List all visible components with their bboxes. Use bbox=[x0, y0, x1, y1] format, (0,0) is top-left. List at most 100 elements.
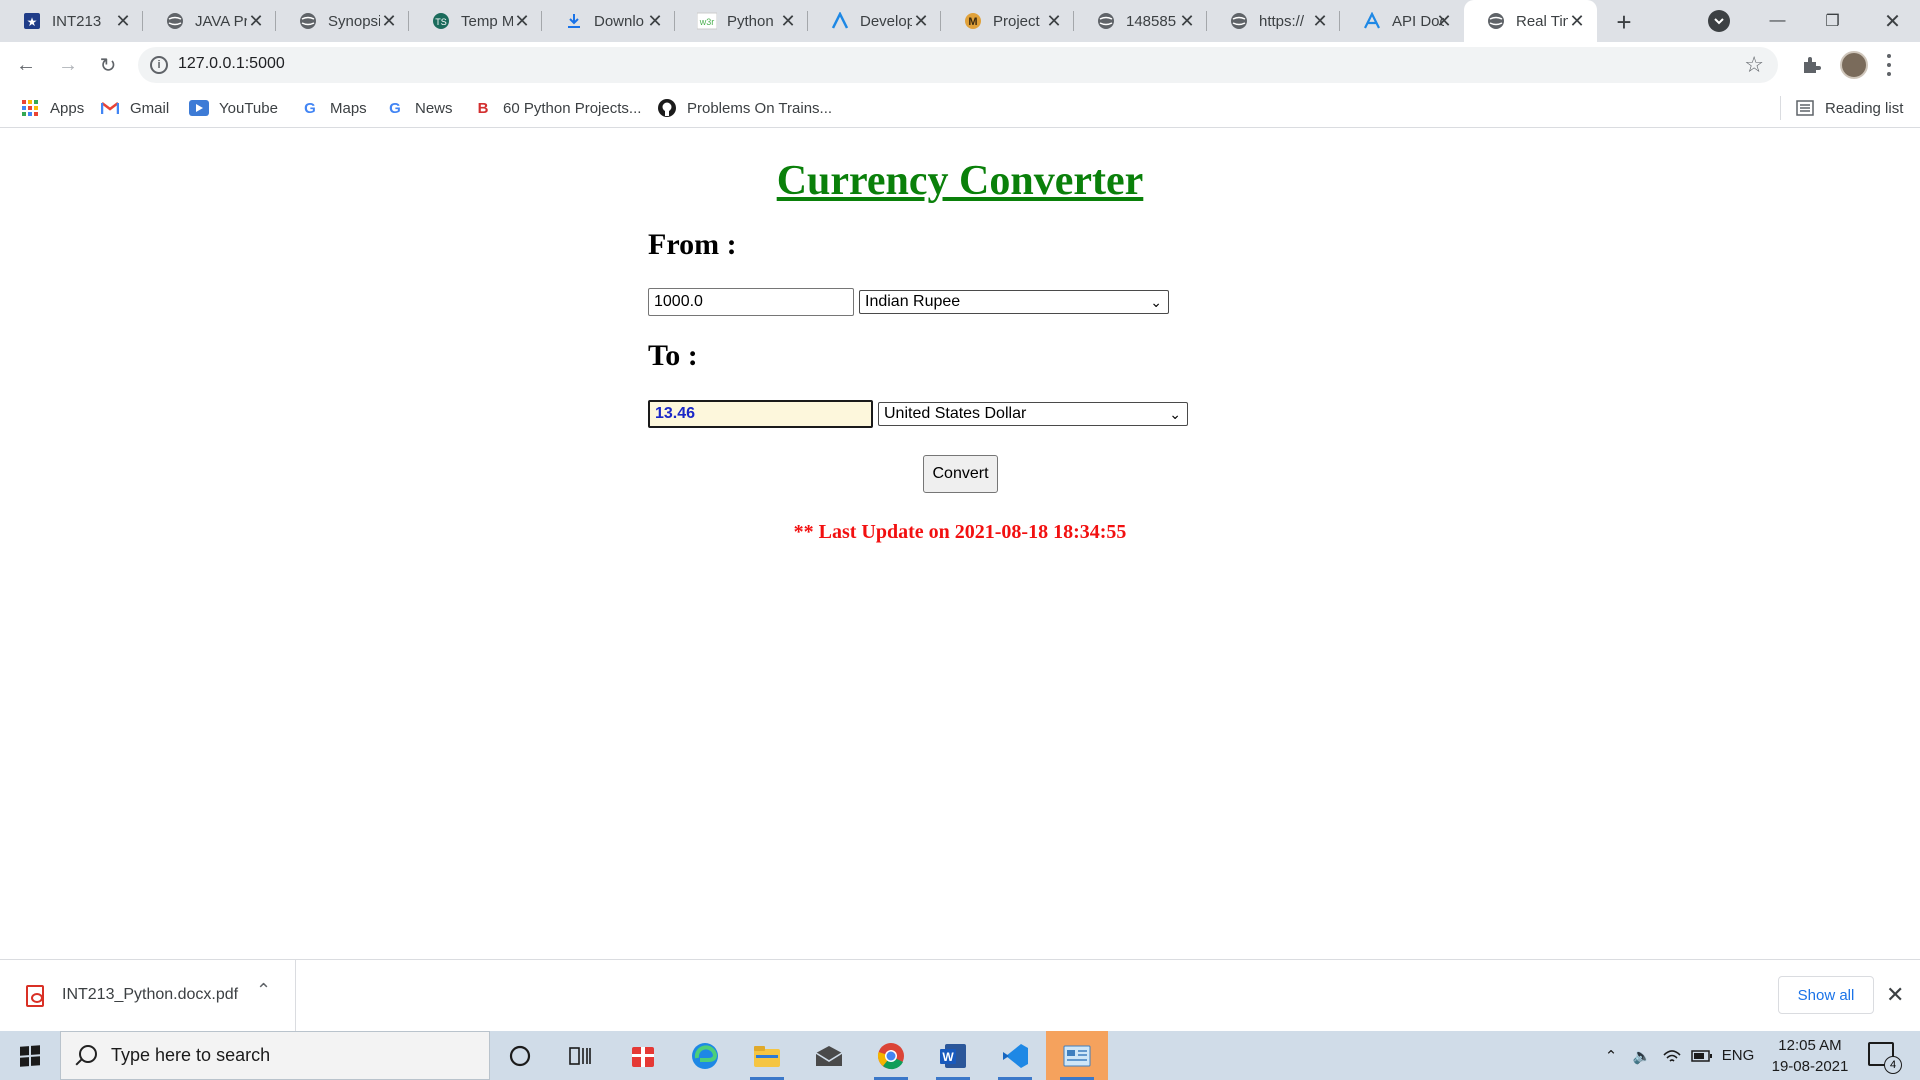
tab-close-icon[interactable]: ✕ bbox=[1434, 11, 1454, 31]
tab-real-time-active[interactable]: Real Tin ✕ bbox=[1464, 0, 1597, 42]
tab-close-icon[interactable]: ✕ bbox=[645, 11, 665, 31]
windows-taskbar: Type here to search W ⌃ 🔈 ENG 12:05 AM 1… bbox=[0, 1031, 1920, 1080]
download-file-name: INT213_Python.docx.pdf bbox=[62, 986, 239, 1003]
bookmark-star-icon[interactable]: ☆ bbox=[1744, 52, 1764, 78]
tab-close-icon[interactable]: ✕ bbox=[1310, 11, 1330, 31]
tab-java[interactable]: JAVA Pr ✕ bbox=[143, 0, 276, 42]
svg-text:★: ★ bbox=[27, 15, 38, 29]
wifi-icon[interactable] bbox=[1658, 1031, 1686, 1080]
bookmarks-bar: Apps Gmail YouTube G Maps G News B 60 Py… bbox=[0, 88, 1920, 128]
tab-project[interactable]: M Project ✕ bbox=[941, 0, 1074, 42]
svg-text:w3r: w3r bbox=[699, 17, 715, 27]
windows-logo-icon bbox=[20, 1044, 40, 1067]
tab-api-doc[interactable]: API Doc ✕ bbox=[1340, 0, 1464, 42]
browser-menu-icon[interactable] bbox=[1884, 51, 1894, 79]
control-panel-icon[interactable] bbox=[1046, 1031, 1108, 1080]
gift-app-icon[interactable] bbox=[612, 1031, 674, 1080]
vscode-icon[interactable] bbox=[984, 1031, 1046, 1080]
tab-https[interactable]: https:// ✕ bbox=[1207, 0, 1340, 42]
clock-date: 19-08-2021 bbox=[1771, 1058, 1849, 1075]
chevron-up-icon[interactable]: ⌃ bbox=[256, 980, 271, 1001]
edge-browser-icon[interactable] bbox=[674, 1031, 736, 1080]
tab-close-icon[interactable]: ✕ bbox=[512, 11, 532, 31]
show-all-button[interactable]: Show all bbox=[1778, 976, 1874, 1014]
show-hidden-icons-icon[interactable]: ⌃ bbox=[1598, 1031, 1624, 1080]
last-update-note: ** Last Update on 2021-08-18 18:34:55 bbox=[793, 521, 1127, 543]
cortana-icon[interactable] bbox=[489, 1031, 551, 1080]
tab-close-icon[interactable]: ✕ bbox=[246, 11, 266, 31]
tab-synopsis[interactable]: Synopsi ✕ bbox=[276, 0, 409, 42]
browser-tab-strip: ★ INT213 ✕ JAVA Pr ✕ Synopsi ✕ TS Temp M… bbox=[0, 0, 1920, 42]
svg-text:W: W bbox=[942, 1050, 954, 1064]
globe-icon bbox=[1229, 11, 1249, 31]
logo-icon bbox=[830, 11, 850, 31]
reload-icon[interactable]: ↻ bbox=[94, 51, 122, 79]
tab-int213[interactable]: ★ INT213 ✕ bbox=[0, 0, 143, 42]
bookmark-maps[interactable]: G Maps bbox=[300, 96, 367, 120]
bookmark-youtube[interactable]: YouTube bbox=[189, 96, 278, 120]
battery-icon[interactable] bbox=[1688, 1031, 1716, 1080]
tab-developer[interactable]: Develop ✕ bbox=[808, 0, 941, 42]
mail-icon[interactable] bbox=[798, 1031, 860, 1080]
convert-button[interactable]: Convert bbox=[923, 455, 998, 493]
volume-icon[interactable]: 🔈 bbox=[1628, 1031, 1656, 1080]
logo-icon bbox=[1362, 11, 1382, 31]
bookmark-gmail[interactable]: Gmail bbox=[100, 96, 169, 120]
taskbar-clock[interactable]: 12:05 AM 19-08-2021 bbox=[1760, 1035, 1860, 1077]
to-amount-output[interactable] bbox=[648, 400, 873, 428]
youtube-icon bbox=[189, 98, 209, 118]
profile-avatar[interactable] bbox=[1840, 51, 1868, 79]
tab-close-icon[interactable]: ✕ bbox=[113, 11, 133, 31]
url-text[interactable]: 127.0.0.1:5000 bbox=[178, 55, 285, 73]
bookmark-apps[interactable]: Apps bbox=[20, 96, 84, 120]
bookmark-python-projects[interactable]: B 60 Python Projects... bbox=[473, 96, 642, 120]
address-bar[interactable]: i 127.0.0.1:5000 ☆ bbox=[138, 47, 1778, 83]
tab-close-icon[interactable]: ✕ bbox=[1177, 11, 1197, 31]
tab-close-icon[interactable]: ✕ bbox=[379, 11, 399, 31]
tab-close-icon[interactable]: ✕ bbox=[1044, 11, 1064, 31]
minimize-icon[interactable]: — bbox=[1750, 0, 1805, 42]
new-tab-button[interactable]: + bbox=[1610, 7, 1638, 37]
word-icon[interactable]: W bbox=[922, 1031, 984, 1080]
star-shield-icon: ★ bbox=[22, 11, 42, 31]
back-icon[interactable]: ← bbox=[12, 51, 40, 79]
tab-close-icon[interactable]: ✕ bbox=[1567, 11, 1587, 31]
globe-icon bbox=[165, 11, 185, 31]
download-item[interactable]: INT213_Python.docx.pdf ⌃ bbox=[0, 960, 296, 1032]
site-info-icon[interactable]: i bbox=[150, 56, 168, 74]
download-icon bbox=[564, 11, 584, 31]
page-content: Currency Converter From : Indian Rupee ⌄… bbox=[0, 129, 1920, 959]
tab-python[interactable]: w3r Python ✕ bbox=[675, 0, 808, 42]
tab-search-icon[interactable] bbox=[1708, 10, 1730, 32]
file-explorer-icon[interactable] bbox=[736, 1031, 798, 1080]
from-currency-select[interactable]: Indian Rupee ⌄ bbox=[859, 290, 1169, 314]
reading-list[interactable]: Reading list bbox=[1780, 96, 1903, 120]
tab-148585[interactable]: 148585 ✕ bbox=[1074, 0, 1207, 42]
task-view-icon[interactable] bbox=[549, 1031, 611, 1080]
bookmark-news[interactable]: G News bbox=[385, 96, 452, 120]
language-indicator[interactable]: ENG bbox=[1718, 1031, 1758, 1080]
from-amount-input[interactable] bbox=[648, 288, 854, 316]
extensions-puzzle-icon[interactable] bbox=[1800, 54, 1822, 76]
tab-close-icon[interactable]: ✕ bbox=[778, 11, 798, 31]
notification-center-icon[interactable]: 4 bbox=[1868, 1042, 1902, 1074]
tab-download[interactable]: Downlo ✕ bbox=[542, 0, 675, 42]
svg-text:M: M bbox=[968, 16, 977, 28]
tab-close-icon[interactable]: ✕ bbox=[911, 11, 931, 31]
browser-toolbar: ← → ↻ i 127.0.0.1:5000 ☆ bbox=[0, 42, 1920, 88]
logo-m-icon: M bbox=[963, 11, 983, 31]
gmail-icon bbox=[100, 98, 120, 118]
pdf-file-icon bbox=[26, 985, 44, 1007]
forward-icon[interactable]: → bbox=[54, 51, 82, 79]
close-download-shelf-icon[interactable]: ✕ bbox=[1886, 982, 1904, 1008]
taskbar-search-box[interactable]: Type here to search bbox=[60, 1031, 490, 1080]
restore-icon[interactable]: ❐ bbox=[1805, 0, 1860, 42]
tab-temp[interactable]: TS Temp M ✕ bbox=[409, 0, 542, 42]
github-icon bbox=[657, 98, 677, 118]
chrome-icon[interactable] bbox=[860, 1031, 922, 1080]
bookmark-problems-on-trains[interactable]: Problems On Trains... bbox=[657, 96, 832, 120]
to-currency-select[interactable]: United States Dollar ⌄ bbox=[878, 402, 1188, 426]
window-close-icon[interactable]: ✕ bbox=[1865, 0, 1920, 42]
start-button[interactable] bbox=[0, 1031, 60, 1080]
google-icon: G bbox=[304, 99, 316, 117]
